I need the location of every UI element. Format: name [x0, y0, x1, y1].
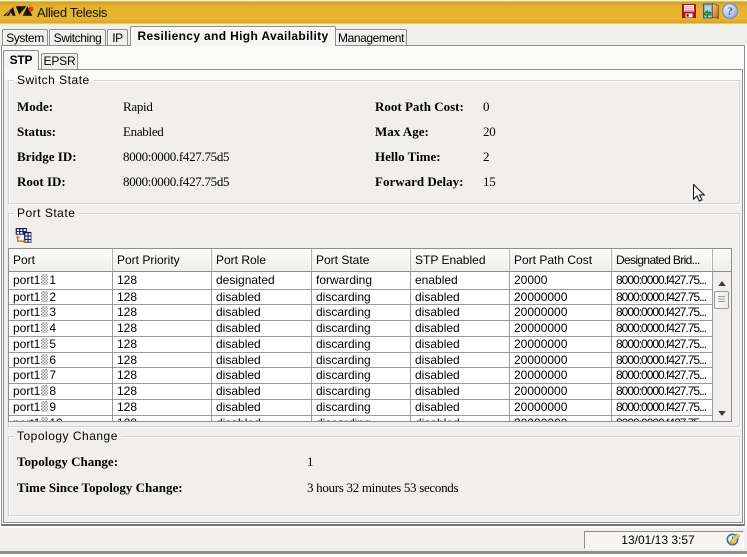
svg-text:?: ?: [727, 4, 733, 18]
